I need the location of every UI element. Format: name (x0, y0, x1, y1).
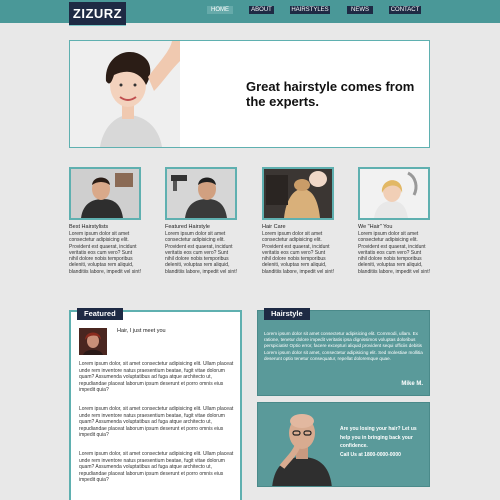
feature-image (69, 167, 141, 220)
feature-image (262, 167, 334, 220)
site-logo[interactable]: ZIZURZ (69, 2, 126, 26)
nav-home[interactable]: HOME (207, 6, 233, 14)
promo-panel: Are you losing your hair? Let us help yo… (257, 402, 430, 487)
nav-contact[interactable]: CONTACT (389, 6, 421, 14)
feature-title: Featured Hairstyle (165, 224, 210, 230)
avatar (79, 328, 107, 355)
feature-title: Best Hairstylists (69, 224, 109, 230)
feature-text: Lorem ipsum dolor sit amet consectetur a… (69, 231, 141, 275)
hero-banner: Great hairstyle comes from the experts. (69, 40, 430, 148)
promo-phone[interactable]: Call Us at 1800-0000-0000 (340, 452, 401, 458)
feature-text: Lorem ipsum dolor sit amet consectetur a… (165, 231, 237, 275)
featured-heading: Featured (77, 308, 123, 320)
feature-card: Best Hairstylists Lorem ipsum dolor sit … (69, 167, 141, 275)
nav-news[interactable]: NEWS (347, 6, 373, 14)
nav-hairstyles[interactable]: HAIRSTYLES (290, 6, 330, 14)
featured-paragraph: Lorem ipsum dolor, sit amet consectetur … (79, 451, 234, 484)
featured-paragraph: Lorem ipsum dolor, sit amet consectetur … (79, 406, 234, 439)
feature-title: Hair Care (262, 224, 286, 230)
feature-title: We "Hair" You (358, 224, 393, 230)
featured-paragraph: Lorem ipsum dolor, sit amet consectetur … (79, 361, 234, 394)
hero-title: Great hairstyle comes from the experts. (246, 79, 415, 109)
nav-about[interactable]: ABOUT (249, 6, 274, 14)
bald-man-image (272, 414, 332, 486)
quote-author: Mike M. (401, 381, 423, 387)
promo-message: Are you losing your hair? Let us help yo… (340, 426, 417, 450)
feature-image (165, 167, 237, 220)
hairstyle-panel: Hairstyle Lorem ipsum dolor sit amet con… (257, 308, 430, 396)
featured-greeting: Hair, I just meet you (117, 328, 166, 334)
feature-card: We "Hair" You Lorem ipsum dolor sit amet… (358, 167, 430, 275)
hairstyle-quote: Lorem ipsum dolor sit amet consectetur a… (264, 331, 423, 361)
feature-text: Lorem ipsum dolor sit amet consectetur a… (262, 231, 334, 275)
promo-text: Are you losing your hair? Let us help yo… (340, 425, 428, 459)
hero-woman-image (70, 41, 180, 147)
feature-card: Featured Hairstyle Lorem ipsum dolor sit… (165, 167, 237, 275)
feature-text: Lorem ipsum dolor sit amet consectetur a… (358, 231, 430, 275)
feature-image (358, 167, 430, 220)
feature-card: Hair Care Lorem ipsum dolor sit amet con… (262, 167, 334, 275)
featured-panel: Featured Hair, I just meet you Lorem ips… (69, 308, 242, 500)
hairstyle-heading: Hairstyle (264, 308, 310, 320)
